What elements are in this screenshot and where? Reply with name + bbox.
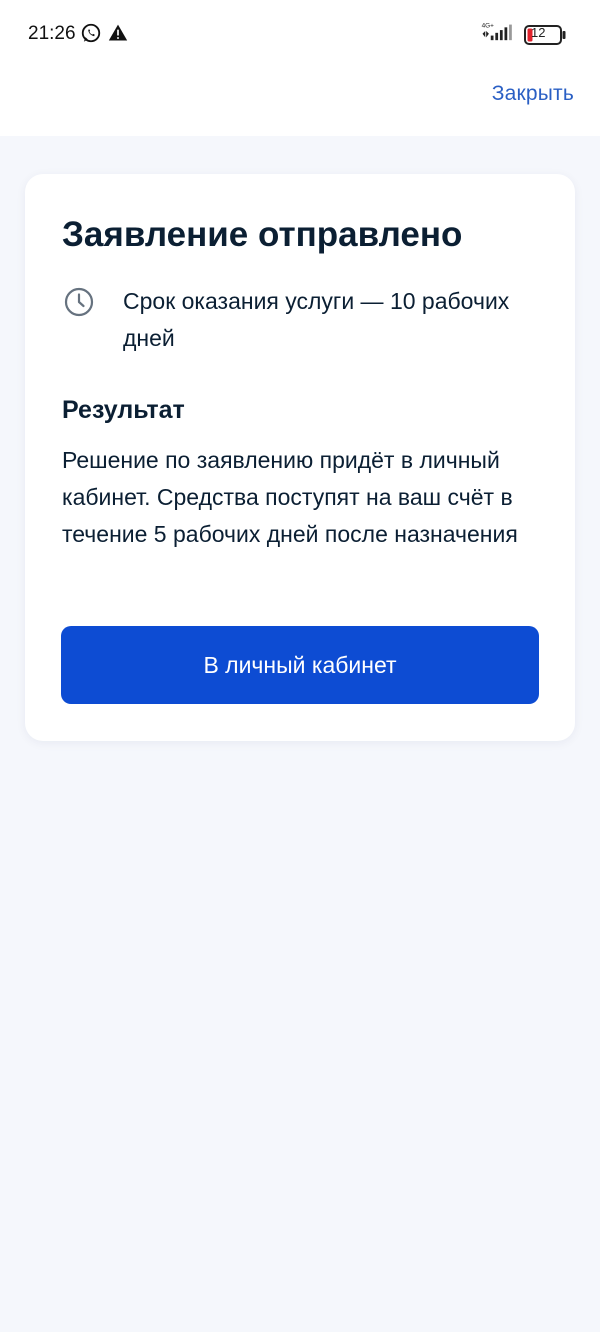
close-button[interactable]: Закрыть xyxy=(492,82,574,106)
service-deadline: Срок оказания услуги — 10 рабочих дней xyxy=(123,288,510,351)
confirmation-card: Заявление отправлено Срок оказания услуг… xyxy=(25,174,575,741)
warning-icon xyxy=(108,24,128,41)
battery-level: 12 xyxy=(531,25,546,40)
status-time: 21:26 xyxy=(28,23,76,44)
signal-icon: 4G+ xyxy=(482,22,512,41)
result-heading: Результат xyxy=(62,396,185,424)
svg-text:4G+: 4G+ xyxy=(482,22,495,29)
result-description: Решение по заявлению придёт в личный каб… xyxy=(62,447,518,547)
personal-account-button[interactable]: В личный кабинет xyxy=(61,626,539,704)
top-bar: Закрыть xyxy=(0,68,600,136)
status-bar: 21:26 4G+ 12 xyxy=(0,0,600,68)
whatsapp-icon xyxy=(81,23,101,43)
clock-icon xyxy=(64,287,94,317)
page-title: Заявление отправлено xyxy=(62,215,463,254)
